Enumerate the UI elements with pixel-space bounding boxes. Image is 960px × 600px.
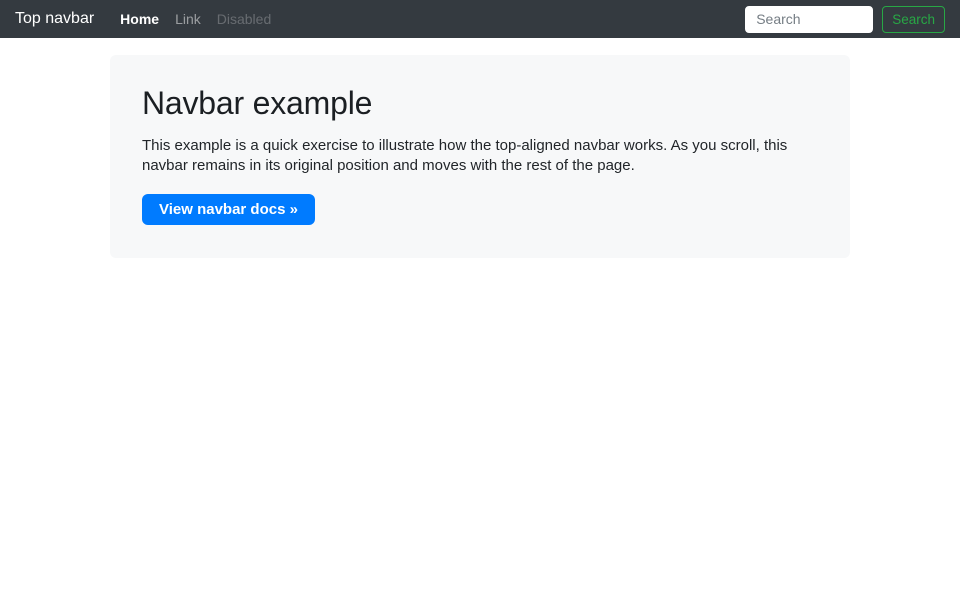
nav-item-link-wrap: Link (167, 7, 209, 31)
view-navbar-docs-button[interactable]: View navbar docs » (142, 194, 315, 225)
search-form: Search (745, 5, 945, 33)
top-navbar: Top navbar Home Link Disabled Search (0, 0, 960, 38)
nav-item-disabled: Disabled (216, 11, 272, 27)
nav-item-link[interactable]: Link (167, 7, 209, 31)
navbar-brand[interactable]: Top navbar (15, 10, 94, 28)
jumbotron: Navbar example This example is a quick e… (110, 55, 850, 258)
search-input[interactable] (745, 5, 874, 33)
nav-item-home[interactable]: Home (112, 7, 167, 31)
nav-item-disabled-wrap: Disabled (209, 7, 279, 31)
nav-item-home-wrap: Home (112, 7, 167, 31)
page-description: This example is a quick exercise to illu… (142, 137, 788, 174)
navbar-nav: Home Link Disabled (112, 0, 279, 38)
search-button[interactable]: Search (882, 5, 945, 33)
page-title: Navbar example (142, 85, 373, 121)
